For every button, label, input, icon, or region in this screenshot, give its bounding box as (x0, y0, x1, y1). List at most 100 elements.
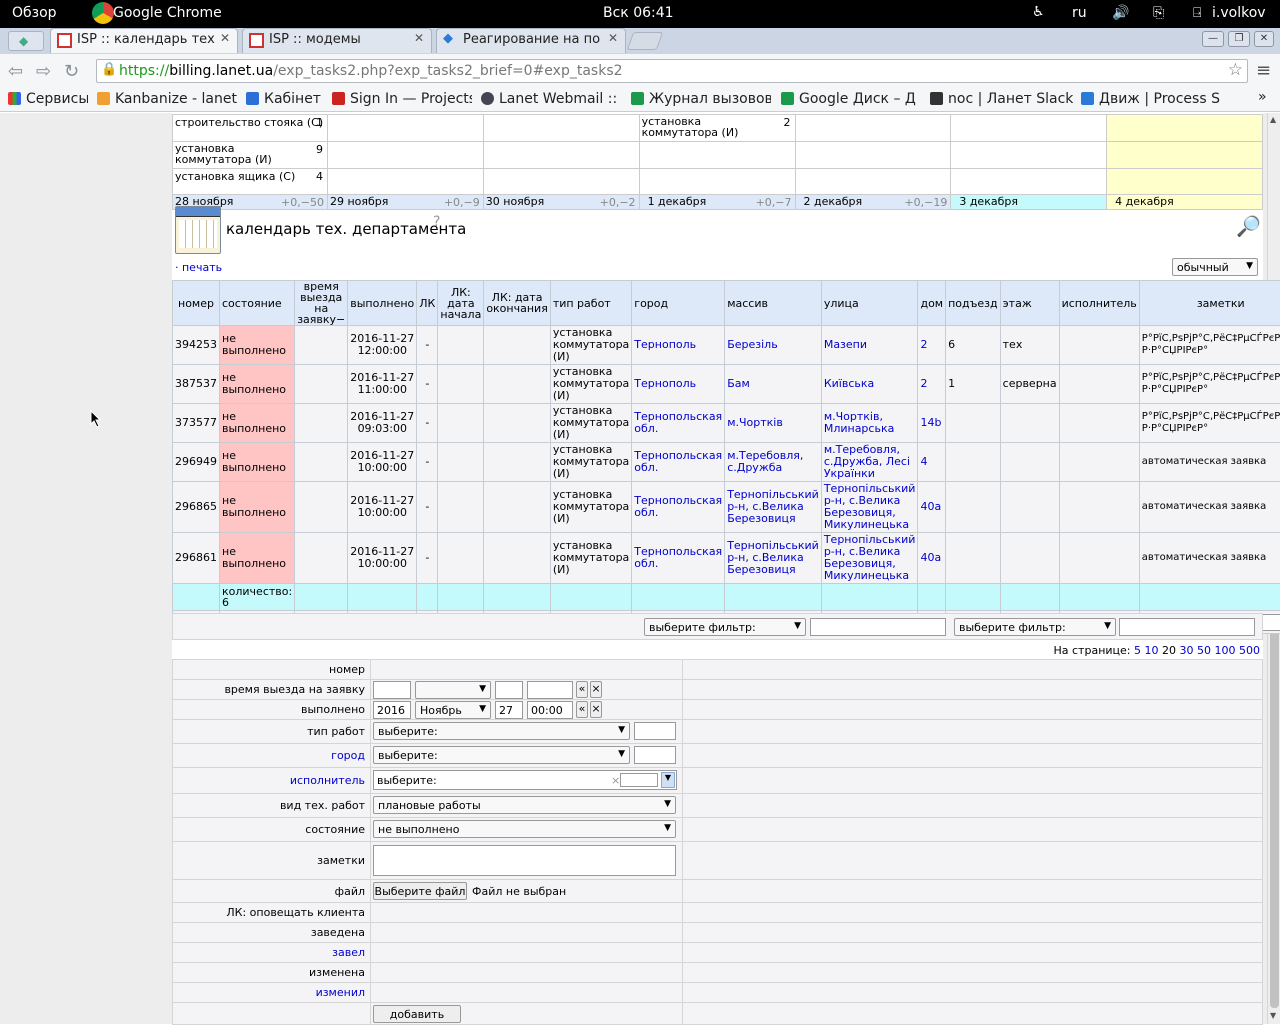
cell-street[interactable]: м.Теребовля, с.Дружба, Лесі Українки (821, 443, 918, 482)
column-header[interactable]: ЛК (417, 281, 438, 326)
field-label-link[interactable]: завел (173, 943, 371, 963)
filter-select-1[interactable]: выберите фильтр: (644, 618, 806, 636)
filter-value-1[interactable] (810, 618, 946, 636)
cell-mass[interactable]: Березіль (725, 326, 822, 365)
forward-icon[interactable]: ⇨ (36, 61, 51, 82)
table-row[interactable]: 296949не выполнено2016-11-27 10:00:00-ус… (173, 443, 1280, 482)
done-clear-button[interactable]: × (590, 701, 602, 718)
calendar-day-cell[interactable]: 3 декабря (951, 195, 1107, 210)
cell-house[interactable]: 2 (918, 326, 946, 365)
network-icon[interactable]: ⎘ (1153, 5, 1164, 21)
tab-response[interactable]: ◆ Реагирование на по ✕ (436, 28, 626, 53)
time-clock-input[interactable] (527, 681, 573, 699)
column-header[interactable]: дом (918, 281, 946, 326)
bookmark-process[interactable]: Движ | Process S (1081, 91, 1221, 107)
column-header[interactable]: улица (821, 281, 918, 326)
column-header[interactable]: время выезда на заявку− (295, 281, 348, 326)
column-header[interactable]: этаж (1000, 281, 1059, 326)
cell-city[interactable]: Тернопольская обл. (632, 482, 725, 533)
bookmark-cabinet[interactable]: Кабінет (246, 91, 322, 107)
cell-city[interactable]: Тернопольская обл. (632, 533, 725, 584)
new-tab-button[interactable] (627, 32, 664, 50)
calendar-day-cell[interactable]: 2 декабря+0,−19 (795, 195, 951, 210)
bookmark-services[interactable]: Сервисы (8, 91, 88, 107)
chevron-down-icon[interactable]: ▼ (661, 772, 675, 788)
choose-file-button[interactable]: Выберите файл (373, 882, 467, 900)
cell-street[interactable]: Тернопільський р-н, с.Велика Березовиця,… (821, 482, 918, 533)
clear-icon[interactable]: × (611, 774, 620, 787)
done-day-input[interactable]: 27 (495, 701, 523, 719)
cell-city[interactable]: Тернополь (632, 326, 725, 365)
per-page-option[interactable]: 5 (1134, 644, 1141, 657)
column-header[interactable]: город (632, 281, 725, 326)
time-day-input[interactable] (495, 681, 523, 699)
add-button[interactable]: добавить (373, 1005, 461, 1023)
notes-textarea[interactable] (373, 845, 676, 876)
cell-house[interactable]: 40а (918, 482, 946, 533)
bookmark-webmail[interactable]: Lanet Webmail :: , (481, 91, 621, 107)
calendar-cell[interactable]: установка коммутатора (И)9 (173, 142, 328, 169)
close-window-button[interactable]: ✕ (1254, 31, 1274, 47)
column-header[interactable]: ЛК: дата окончания (484, 281, 551, 326)
done-year-input[interactable]: 2016 (373, 701, 411, 719)
apps-tab[interactable]: ◆ (8, 31, 44, 51)
per-page-option[interactable]: 10 (1145, 644, 1159, 657)
column-header[interactable]: выполнено (348, 281, 417, 326)
city-select[interactable]: выберите: (373, 746, 630, 764)
volume-icon[interactable]: 🔊 (1112, 5, 1129, 21)
bookmark-google-drive[interactable]: Google Диск – Д (781, 91, 921, 107)
field-label-link[interactable]: изменил (173, 983, 371, 1003)
column-header[interactable]: подъезд (946, 281, 1001, 326)
cell-mass[interactable]: Бам (725, 365, 822, 404)
column-header[interactable]: исполнитель (1059, 281, 1139, 326)
filter-value-2[interactable] (1119, 618, 1255, 636)
scroll-up-icon[interactable]: ▲ (1270, 115, 1276, 124)
view-mode-select[interactable]: обычный (1172, 258, 1258, 276)
cell-house[interactable]: 14b (918, 404, 946, 443)
activities-button[interactable]: Обзор (12, 5, 57, 21)
column-header[interactable]: массив (725, 281, 822, 326)
calendar-day-cell[interactable]: 30 ноября+0,−2 (483, 195, 639, 210)
cell-mass[interactable]: Тернопільський р-н, с.Велика Березовиця (725, 533, 822, 584)
bookmark-star-icon[interactable]: ☆ (1228, 60, 1243, 80)
per-page-option[interactable]: 50 (1197, 644, 1211, 657)
bookmark-sign-in[interactable]: Sign In — Projects (332, 91, 472, 107)
state-select[interactable]: не выполнено (373, 820, 676, 838)
cell-street[interactable]: м.Чортків, Млинарська (821, 404, 918, 443)
cell-street[interactable]: Мазепи (821, 326, 918, 365)
calendar-cell[interactable]: строительство стояка (С)1 (173, 115, 328, 142)
city-filter[interactable] (634, 746, 676, 764)
cell-mass[interactable]: м.Теребовля, с.Дружба (725, 443, 822, 482)
address-bar[interactable]: 🔒 https://billing.lanet.ua/exp_tasks2.ph… (96, 59, 1248, 83)
minimize-button[interactable]: — (1202, 31, 1224, 47)
calendar-day-cell[interactable]: 4 декабря (1107, 195, 1263, 210)
filter-select-2[interactable]: выберите фильтр: (954, 618, 1116, 636)
time-prev-button[interactable]: « (576, 681, 588, 698)
time-year-input[interactable] (373, 681, 411, 699)
per-page-option[interactable]: 500 (1239, 644, 1260, 657)
calendar-cell[interactable]: установка коммутатора (И)2 (639, 115, 795, 142)
tab-isp-modems[interactable]: ISP :: модемы ✕ (242, 28, 432, 53)
clock[interactable]: Вск 06:41 (603, 5, 674, 21)
work-kind-select[interactable]: плановые работы (373, 796, 676, 814)
time-clear-button[interactable]: × (590, 681, 602, 698)
help-icon[interactable]: ? (433, 214, 440, 230)
accessibility-icon[interactable]: ♿ (1032, 4, 1045, 20)
column-header[interactable]: тип работ (550, 281, 631, 326)
cell-city[interactable]: Тернополь (632, 365, 725, 404)
done-prev-button[interactable]: « (576, 701, 588, 718)
maximize-button[interactable]: ❐ (1228, 31, 1250, 47)
bookmark-kanbanize[interactable]: Kanbanize - lanet (97, 91, 237, 107)
field-label-link[interactable]: исполнитель (173, 768, 371, 794)
back-icon[interactable]: ⇦ (8, 61, 23, 82)
cell-mass[interactable]: м.Чортків (725, 404, 822, 443)
column-header[interactable]: заметки (1139, 281, 1280, 326)
table-row[interactable]: 394253не выполнено2016-11-27 12:00:00-ус… (173, 326, 1280, 365)
scroll-down-icon[interactable]: ▼ (1270, 1011, 1276, 1020)
close-icon[interactable]: ✕ (608, 31, 618, 45)
calendar-day-cell[interactable]: 29 ноября+0,−9 (327, 195, 483, 210)
cell-city[interactable]: Тернопольская обл. (632, 443, 725, 482)
executor-select[interactable]: выберите: × ▼ (373, 770, 677, 790)
close-icon[interactable]: ✕ (414, 31, 424, 45)
done-time-input[interactable]: 00:00 (527, 701, 573, 719)
